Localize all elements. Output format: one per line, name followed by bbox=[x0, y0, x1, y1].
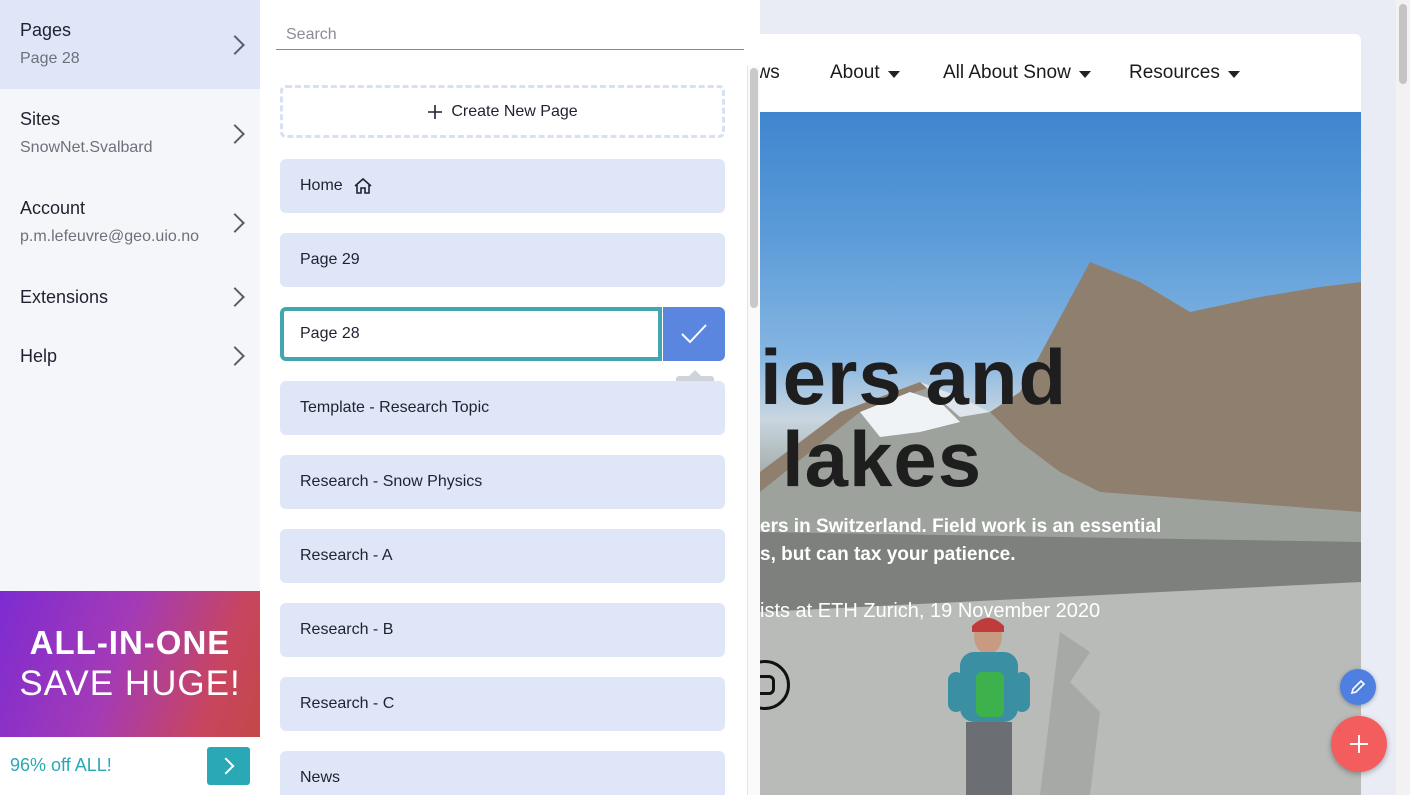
nav-item-resources[interactable]: Resources bbox=[1129, 62, 1240, 84]
site-preview: ews About All About Snow Resources iers … bbox=[760, 0, 1410, 795]
hero-section: iers and lakes ers in Switzerland. Field… bbox=[760, 112, 1361, 795]
create-new-page-button[interactable]: Create New Page bbox=[280, 85, 725, 138]
edit-fab-button[interactable] bbox=[1340, 669, 1376, 705]
rename-page-row bbox=[280, 307, 725, 361]
hero-title-line-1: iers and bbox=[760, 333, 1068, 421]
nav-entry-sites[interactable]: Sites SnowNet.Svalbard bbox=[0, 89, 260, 178]
checkmark-icon bbox=[681, 324, 707, 344]
nav-entry-title: Sites bbox=[20, 109, 61, 129]
page-item-label: News bbox=[300, 769, 341, 786]
pages-panel-scrollbar[interactable] bbox=[747, 66, 760, 795]
nav-entry-help[interactable]: Help bbox=[0, 326, 260, 385]
promo-footer-text: 96% off ALL! bbox=[10, 755, 112, 775]
caret-down-icon bbox=[887, 70, 900, 78]
promo-ad[interactable]: ALL-IN-ONE SAVE HUGE! 96% off ALL! bbox=[0, 591, 260, 795]
nav-entry-pages[interactable]: Pages Page 28 bbox=[0, 0, 260, 89]
promo-footer: 96% off ALL! bbox=[0, 737, 260, 795]
page-item[interactable]: Page 29 bbox=[280, 233, 725, 287]
page-item[interactable]: Research - Snow Physics bbox=[280, 455, 725, 509]
pages-panel: Create New Page Home Page 29 OK Template… bbox=[260, 0, 760, 795]
confirm-rename-button[interactable] bbox=[663, 307, 725, 361]
page-item-label: Template - Research Topic bbox=[300, 399, 490, 416]
home-icon bbox=[354, 177, 372, 194]
nav-entry-account[interactable]: Account p.m.lefeuvre@geo.uio.no bbox=[0, 178, 260, 267]
nav-entry-title: Help bbox=[20, 346, 58, 366]
add-fab-button[interactable] bbox=[1331, 716, 1387, 772]
plus-icon bbox=[428, 104, 443, 119]
nav-item-about[interactable]: About bbox=[830, 62, 900, 84]
page-item[interactable]: Research - C bbox=[280, 677, 725, 731]
promo-subheadline: SAVE HUGE! bbox=[19, 664, 241, 703]
page-item-label: Research - B bbox=[300, 621, 394, 638]
search-input[interactable] bbox=[276, 20, 744, 50]
page-item[interactable]: Research - B bbox=[280, 603, 725, 657]
page-item-label: Research - Snow Physics bbox=[300, 473, 483, 490]
rename-page-input[interactable] bbox=[280, 307, 662, 361]
page-item-label: Home bbox=[300, 177, 343, 194]
chevron-right-icon bbox=[217, 757, 235, 775]
nav-entry-subtitle: Page 28 bbox=[20, 50, 80, 67]
plus-icon bbox=[1350, 735, 1368, 753]
page-item-label: Research - A bbox=[300, 547, 393, 564]
nav-entry-subtitle: p.m.lefeuvre@geo.uio.no bbox=[20, 228, 200, 245]
left-navigation: Pages Page 28 Sites SnowNet.Svalbard Acc… bbox=[0, 0, 260, 795]
page-item[interactable]: Template - Research Topic bbox=[280, 381, 725, 435]
hero-title-line-2: lakes bbox=[782, 415, 983, 503]
caret-down-icon bbox=[1227, 70, 1240, 78]
promo-headline: ALL-IN-ONE bbox=[29, 624, 231, 661]
page-item[interactable]: News bbox=[280, 751, 725, 795]
nav-item-all-about-snow[interactable]: All About Snow bbox=[943, 62, 1091, 84]
page-item-label: Page 29 bbox=[300, 251, 360, 268]
page-item[interactable]: Research - A bbox=[280, 529, 725, 583]
nav-entry-title: Account bbox=[20, 198, 86, 218]
pencil-icon bbox=[1350, 679, 1366, 695]
nav-entry-extensions[interactable]: Extensions bbox=[0, 267, 260, 326]
promo-banner[interactable]: ALL-IN-ONE SAVE HUGE! bbox=[0, 591, 260, 737]
window-scrollbar[interactable] bbox=[1396, 0, 1410, 795]
nav-item-news[interactable]: ews bbox=[760, 62, 780, 84]
nav-item-label: Resources bbox=[1129, 62, 1220, 83]
nav-item-label: About bbox=[830, 62, 880, 83]
hiker-photo-figure bbox=[948, 618, 1030, 795]
caret-down-icon bbox=[1078, 70, 1091, 78]
create-new-page-label: Create New Page bbox=[451, 102, 578, 120]
promo-go-button[interactable] bbox=[207, 747, 250, 785]
hero-subtitle-line-1: ers in Switzerland. Field work is an ess… bbox=[760, 516, 1162, 537]
nav-item-label: All About Snow bbox=[943, 62, 1071, 83]
nav-item-label: ews bbox=[760, 62, 780, 83]
site-navbar: ews About All About Snow Resources bbox=[760, 34, 1361, 112]
nav-entry-title: Pages bbox=[20, 20, 72, 40]
page-item-home[interactable]: Home bbox=[280, 159, 725, 213]
nav-entry-subtitle: SnowNet.Svalbard bbox=[20, 139, 153, 156]
hero-subtitle-line-2: s, but can tax your patience. bbox=[760, 544, 1016, 565]
page-item-label: Research - C bbox=[300, 695, 395, 712]
nav-entry-title: Extensions bbox=[20, 287, 109, 307]
